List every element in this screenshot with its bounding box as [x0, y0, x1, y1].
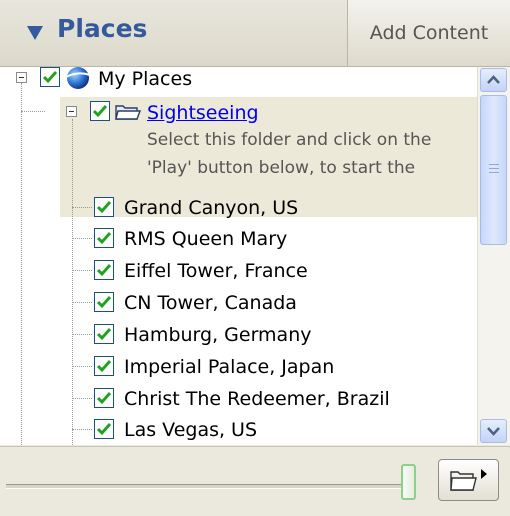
chevron-down-icon — [487, 427, 500, 436]
checkmark-icon — [92, 105, 108, 118]
places-header: Places Add Content — [0, 0, 510, 67]
place-label[interactable]: CN Tower, Canada — [124, 292, 297, 314]
tree-label-sightseeing[interactable]: Sightseeing — [147, 102, 259, 124]
tree-guide-line — [72, 119, 73, 445]
places-title[interactable]: Places — [57, 14, 147, 43]
place-label[interactable]: Grand Canyon, US — [124, 197, 298, 219]
tree-guide-line — [72, 238, 92, 239]
open-folder-icon — [115, 102, 142, 126]
checkbox-place[interactable] — [94, 324, 114, 344]
checkmark-icon — [96, 264, 112, 277]
earth-globe-icon — [65, 67, 91, 95]
checkbox-place[interactable] — [94, 388, 114, 408]
places-panel: Places Add Content My Places Sightseeing… — [0, 0, 510, 516]
folder-description-line-1: Select this folder and click on the — [147, 130, 432, 150]
tree-guide-line — [72, 270, 92, 271]
tree-guide-line — [72, 207, 92, 208]
folder-play-icon — [450, 469, 487, 491]
sightseeing-link[interactable]: Sightseeing — [147, 102, 259, 124]
place-label[interactable]: Hamburg, Germany — [124, 324, 312, 346]
tree-guide-line — [21, 83, 22, 445]
grip-icon — [489, 164, 499, 173]
scroll-thumb[interactable] — [480, 95, 507, 245]
tree-guide-line — [72, 429, 92, 430]
checkmark-icon — [96, 328, 112, 341]
tree-label-my-places[interactable]: My Places — [98, 68, 192, 90]
place-label[interactable]: Imperial Palace, Japan — [124, 356, 334, 378]
tree-guide-line — [72, 302, 92, 303]
place-label[interactable]: Christ The Redeemer, Brazil — [124, 388, 390, 410]
checkbox-place[interactable] — [94, 260, 114, 280]
tree-scrollbar[interactable] — [477, 67, 510, 445]
tree-guide-line — [72, 334, 92, 335]
place-label[interactable]: Eiffel Tower, France — [124, 260, 308, 282]
checkbox-place[interactable] — [94, 292, 114, 312]
tour-speed-slider[interactable] — [6, 484, 410, 489]
chevron-up-icon — [487, 75, 500, 84]
tree-guide-line — [21, 111, 45, 112]
add-content-button[interactable]: Add Content — [347, 0, 510, 66]
checkmark-icon — [96, 296, 112, 309]
checkmark-icon — [96, 392, 112, 405]
scroll-up-button[interactable] — [480, 68, 507, 92]
play-tour-button[interactable] — [438, 459, 499, 501]
places-tree: My Places Sightseeing Select this folder… — [0, 67, 477, 445]
checkmark-icon — [96, 360, 112, 373]
collapse-toggle-my-places[interactable] — [16, 72, 27, 83]
checkmark-icon — [96, 232, 112, 245]
checkbox-place[interactable] — [94, 228, 114, 248]
collapse-toggle-sightseeing[interactable] — [66, 106, 77, 117]
slider-handle[interactable] — [401, 464, 416, 500]
checkbox-sightseeing[interactable] — [90, 101, 110, 121]
checkbox-place[interactable] — [94, 356, 114, 376]
tour-controls — [0, 446, 510, 516]
folder-description-line-2: 'Play' button below, to start the — [147, 158, 416, 178]
checkbox-my-places[interactable] — [40, 67, 60, 87]
checkmark-icon — [96, 423, 112, 436]
checkmark-icon — [42, 71, 58, 84]
tree-guide-line — [72, 398, 92, 399]
place-label[interactable]: Las Vegas, US — [124, 419, 257, 441]
checkmark-icon — [96, 201, 112, 214]
tree-guide-line — [72, 366, 92, 367]
checkbox-place[interactable] — [94, 419, 114, 439]
place-label[interactable]: RMS Queen Mary — [124, 228, 287, 250]
checkbox-place[interactable] — [94, 197, 114, 217]
triangle-down-icon[interactable] — [27, 26, 43, 40]
scroll-down-button[interactable] — [480, 419, 507, 443]
